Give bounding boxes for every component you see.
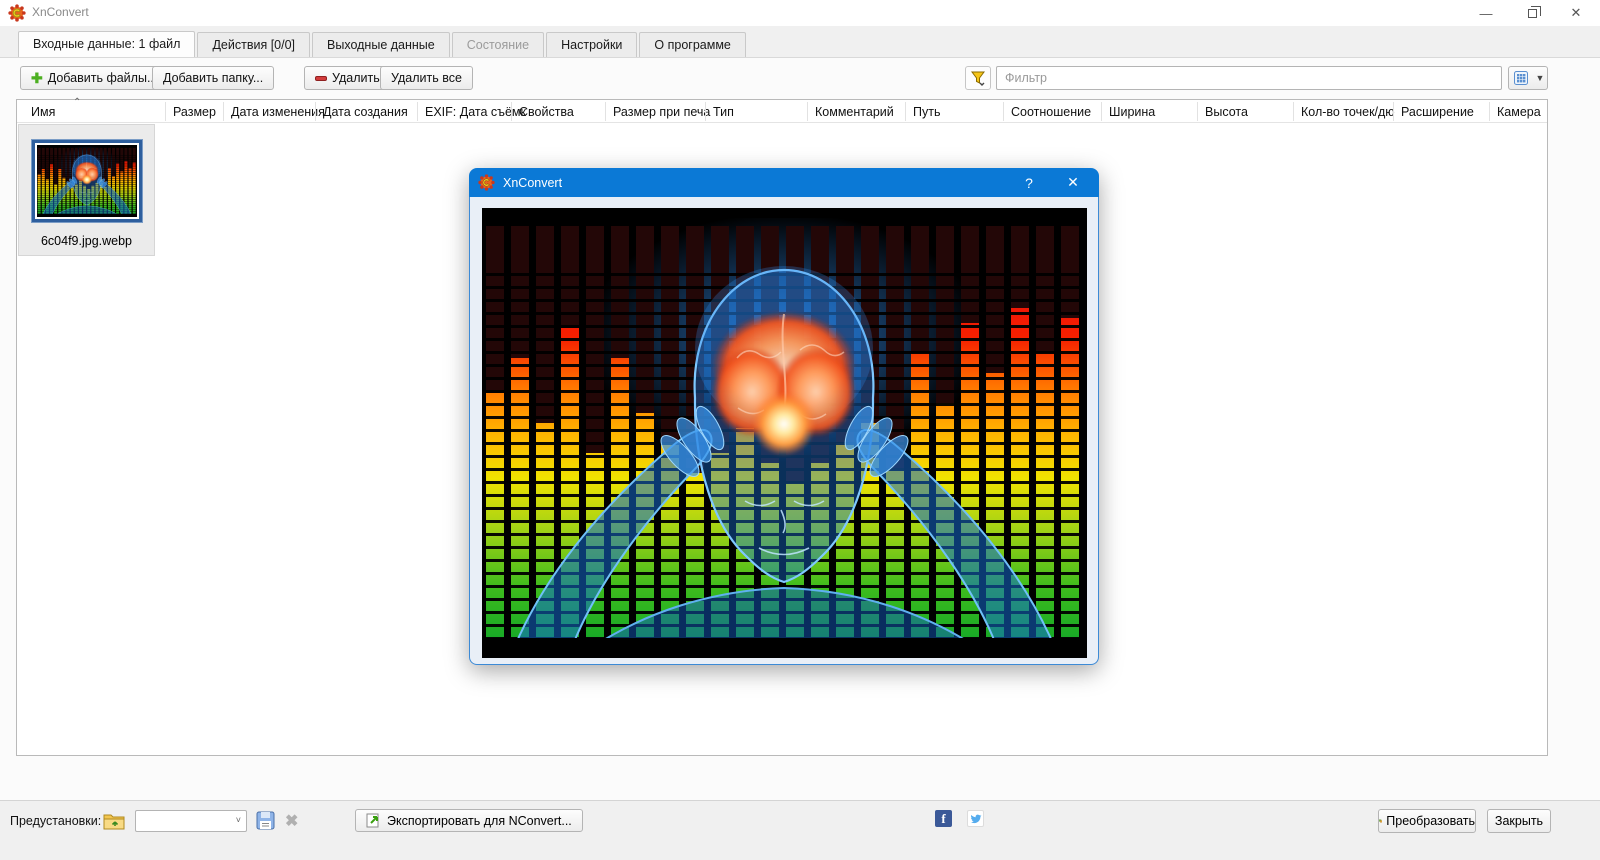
bird-icon — [970, 814, 981, 823]
dialog-help-button[interactable]: ? — [1011, 168, 1047, 197]
column-separator — [1293, 102, 1294, 121]
column-header-10[interactable]: Соотношение — [1011, 105, 1091, 119]
remove-all-button[interactable]: Удалить все — [380, 66, 473, 90]
remove-button[interactable]: Удалить — [304, 66, 391, 90]
delete-preset-icon[interactable]: ✖ — [285, 811, 298, 831]
preview-image — [482, 208, 1087, 659]
column-header-0[interactable]: Имя — [31, 105, 55, 119]
restore-button[interactable] — [1510, 0, 1554, 26]
column-header-3[interactable]: Дата создания — [323, 105, 408, 119]
column-separator — [511, 102, 512, 121]
export-icon — [366, 813, 379, 828]
preset-select[interactable]: ˅ — [135, 810, 247, 832]
column-header-5[interactable]: Свойства — [519, 105, 574, 119]
remove-all-label: Удалить все — [391, 71, 462, 85]
save-preset-icon[interactable] — [256, 811, 275, 830]
file-item[interactable]: 6c04f9.jpg.webp — [18, 124, 155, 256]
column-separator — [905, 102, 906, 121]
restore-icon — [1527, 5, 1541, 18]
bottom-bar: Предустановки: ˅ ✖ Экспортировать для NC… — [0, 800, 1600, 860]
convert-button[interactable]: Преобразовать — [1378, 809, 1476, 833]
dialog-title: XnConvert — [503, 175, 563, 190]
column-separator — [165, 102, 166, 121]
column-header-row[interactable]: ⌃ Имя Размер Дата изменения Дата создания EX… — [17, 97, 1547, 123]
window-title: XnConvert — [32, 5, 89, 19]
column-separator — [605, 102, 606, 121]
window-titlebar: XnConvert — ✕ — [0, 0, 1600, 26]
column-separator — [1101, 102, 1102, 121]
tab-2[interactable]: Выходные данные — [312, 32, 450, 57]
column-separator — [1197, 102, 1198, 121]
close-button[interactable]: Закрыть — [1487, 809, 1551, 833]
column-separator — [315, 102, 316, 121]
column-header-9[interactable]: Путь — [913, 105, 940, 119]
thumbnail-view-button[interactable] — [1508, 66, 1534, 90]
funnel-icon — [971, 71, 985, 86]
column-separator — [705, 102, 706, 121]
column-separator — [1003, 102, 1004, 121]
dialog-body — [469, 197, 1099, 665]
column-header-14[interactable]: Расширение — [1401, 105, 1474, 119]
convert-label: Преобразовать — [1386, 814, 1475, 828]
add-folder-label: Добавить папку... — [163, 71, 264, 85]
xnconvert-logo-icon — [8, 4, 26, 22]
tab-5[interactable]: О программе — [639, 32, 746, 57]
xnconvert-logo-icon — [478, 174, 495, 191]
column-separator — [417, 102, 418, 121]
add-files-button[interactable]: ✚ Добавить файлы... — [20, 66, 169, 90]
tab-3: Состояние — [451, 32, 545, 57]
tab-1[interactable]: Действия [0/0] — [197, 32, 311, 57]
column-header-13[interactable]: Кол-во точек/дю — [1301, 105, 1395, 119]
file-name: 6c04f9.jpg.webp — [40, 234, 133, 248]
minimize-button[interactable]: — — [1464, 0, 1508, 26]
add-folder-button[interactable]: Добавить папку... — [152, 66, 275, 90]
column-header-11[interactable]: Ширина — [1109, 105, 1155, 119]
tab-strip: Входные данные: 1 файл Действия [0/0] Выхо… — [0, 31, 1600, 58]
export-label: Экспортировать для NConvert... — [387, 813, 572, 828]
column-header-7[interactable]: Тип — [713, 105, 734, 119]
dialog-titlebar[interactable]: XnConvert ? ✕ — [469, 168, 1099, 197]
minus-icon — [315, 75, 327, 81]
filter-funnel-button[interactable] — [965, 66, 991, 90]
combo-arrow-icon: ˅ — [235, 815, 241, 825]
dialog-close-button[interactable]: ✕ — [1053, 168, 1093, 197]
filter-input[interactable] — [996, 66, 1502, 90]
preview-dialog: XnConvert ? ✕ — [469, 168, 1099, 665]
tab-0[interactable]: Входные данные: 1 файл — [18, 31, 196, 57]
column-header-12[interactable]: Высота — [1205, 105, 1248, 119]
column-header-8[interactable]: Комментарий — [815, 105, 894, 119]
convert-icon — [1379, 819, 1383, 823]
twitter-icon[interactable] — [967, 810, 984, 827]
column-header-1[interactable]: Размер — [173, 105, 216, 119]
sort-ascending-icon: ⌃ — [73, 97, 82, 108]
file-thumbnail — [30, 139, 143, 223]
view-options-dropdown[interactable]: ▼ — [1533, 66, 1548, 90]
column-header-6[interactable]: Размер при печа — [613, 105, 710, 119]
close-label: Закрыть — [1494, 814, 1544, 828]
tab-4[interactable]: Настройки — [546, 32, 638, 57]
column-separator — [223, 102, 224, 121]
column-header-15[interactable]: Камера — [1497, 105, 1541, 119]
export-nconvert-button[interactable]: Экспортировать для NConvert... — [355, 809, 583, 832]
remove-label: Удалить — [332, 71, 380, 85]
grid-view-icon — [1514, 71, 1528, 85]
add-files-label: Добавить файлы... — [47, 71, 158, 85]
facebook-icon[interactable]: f — [935, 810, 952, 827]
column-header-2[interactable]: Дата изменения — [231, 105, 325, 119]
column-separator — [1489, 102, 1490, 121]
open-preset-folder-icon[interactable] — [103, 811, 125, 831]
close-window-button[interactable]: ✕ — [1554, 0, 1598, 26]
plus-icon: ✚ — [31, 70, 43, 86]
presets-label: Предустановки: — [10, 814, 102, 828]
column-separator — [1393, 102, 1394, 121]
column-separator — [807, 102, 808, 121]
